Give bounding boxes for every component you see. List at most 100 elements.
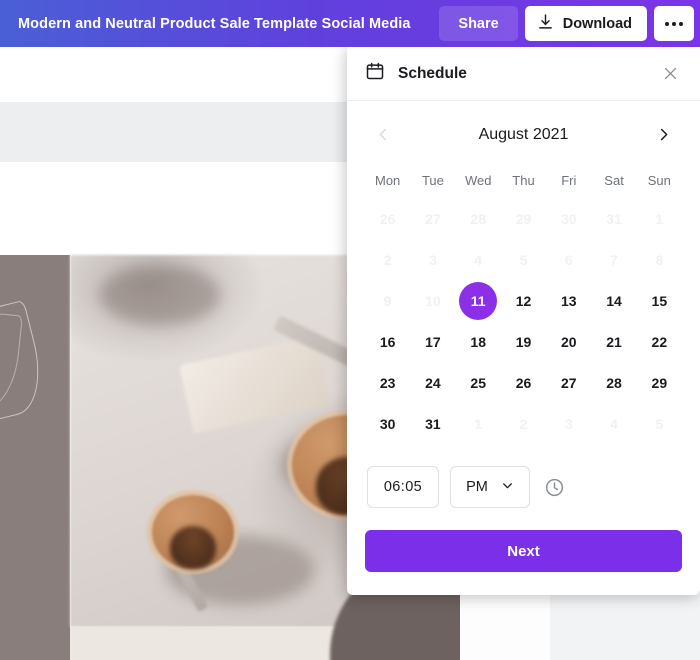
calendar-day[interactable]: 21 <box>591 321 636 362</box>
calendar-day[interactable]: 23 <box>365 362 410 403</box>
calendar-week-row: 26 27 28 29 30 31 1 <box>365 198 682 239</box>
calendar-day-selected[interactable]: 11 <box>456 280 501 321</box>
next-button-wrap: Next <box>347 508 700 572</box>
top-bar: Modern and Neutral Product Sale Template… <box>0 0 700 47</box>
calendar-day[interactable]: 28 <box>591 362 636 403</box>
calendar-day[interactable]: 12 <box>501 280 546 321</box>
jar-inner <box>170 526 216 569</box>
calendar-day-number: 6 <box>564 251 573 268</box>
download-icon <box>537 13 554 34</box>
calendar-day[interactable]: 31 <box>410 403 455 444</box>
calendar-day: 3 <box>410 239 455 280</box>
calendar-day[interactable]: 24 <box>410 362 455 403</box>
calendar-day: 28 <box>456 198 501 239</box>
calendar-week-row: 23 24 25 26 27 28 29 <box>365 362 682 403</box>
calendar-day-number: 10 <box>425 292 441 309</box>
calendar-day[interactable]: 20 <box>546 321 591 362</box>
calendar-day: 5 <box>501 239 546 280</box>
next-button[interactable]: Next <box>365 530 682 572</box>
calendar-weekday-header: Mon Tue Wed Thu Fri Sat Sun <box>365 167 682 194</box>
download-button[interactable]: Download <box>524 6 647 41</box>
share-button[interactable]: Share <box>439 6 518 41</box>
calendar-day[interactable]: 14 <box>591 280 636 321</box>
next-month-button[interactable] <box>647 118 680 151</box>
calendar-day[interactable]: 25 <box>456 362 501 403</box>
calendar-day-number: 29 <box>651 374 668 391</box>
calendar-day[interactable]: 19 <box>501 321 546 362</box>
prev-month-button[interactable] <box>367 118 400 151</box>
schedule-panel: Schedule August 2021 Mon Tue Wed Thu Fri S <box>347 47 700 595</box>
calendar-day-number: 20 <box>560 333 577 350</box>
calendar-day-number: 2 <box>383 251 392 268</box>
calendar-week-row: 9 10 11 12 13 14 15 <box>365 280 682 321</box>
calendar-day: 27 <box>410 198 455 239</box>
meridiem-value: PM <box>466 479 488 495</box>
calendar-day-number: 3 <box>564 415 573 432</box>
calendar-icon <box>365 61 385 86</box>
calendar-day[interactable]: 22 <box>637 321 682 362</box>
calendar-day-number: 24 <box>425 374 441 391</box>
calendar-day: 1 <box>637 198 682 239</box>
calendar-day: 8 <box>637 239 682 280</box>
calendar-day: 4 <box>591 403 636 444</box>
calendar-day-number: 1 <box>655 210 664 227</box>
calendar-day[interactable]: 18 <box>456 321 501 362</box>
calendar-day: 1 <box>456 403 501 444</box>
calendar-day-number: 28 <box>606 374 622 391</box>
calendar-day[interactable]: 13 <box>546 280 591 321</box>
weekday-label-tue: Tue <box>421 173 444 188</box>
calendar-day-number: 15 <box>651 292 668 309</box>
weekday-label-wed: Wed <box>464 173 492 188</box>
calendar-day-number: 21 <box>606 333 622 350</box>
calendar-day: 4 <box>456 239 501 280</box>
design-left-color-block-bottom <box>0 627 70 660</box>
calendar-day[interactable]: 27 <box>546 362 591 403</box>
calendar-day: 30 <box>546 198 591 239</box>
meridiem-dropdown[interactable]: PM <box>450 466 530 508</box>
calendar-day[interactable]: 30 <box>365 403 410 444</box>
time-input[interactable] <box>367 466 439 508</box>
weekday-label-fri: Fri <box>561 173 577 188</box>
calendar-day-number: 27 <box>425 210 441 227</box>
calendar-day[interactable]: 15 <box>637 280 682 321</box>
schedule-panel-title: Schedule <box>398 64 467 82</box>
photo-jar <box>147 490 239 574</box>
calendar-day-number: 31 <box>425 415 441 432</box>
design-left-color-block <box>0 255 70 627</box>
calendar-day-number: 30 <box>379 415 396 432</box>
calendar-day[interactable]: 17 <box>410 321 455 362</box>
schedule-panel-header: Schedule <box>347 47 700 101</box>
calendar-day-number: 1 <box>474 415 483 432</box>
calendar-day-number: 2 <box>519 415 528 432</box>
dot <box>672 21 676 26</box>
canva-editor-window: Modern and Neutral Product Sale Template… <box>0 0 700 660</box>
calendar-day-number: 5 <box>519 251 528 268</box>
calendar-day: 26 <box>365 198 410 239</box>
more-options-icon[interactable] <box>654 6 694 41</box>
calendar-day: 2 <box>501 403 546 444</box>
calendar-day-number: 7 <box>610 251 618 268</box>
calendar-day: 2 <box>365 239 410 280</box>
calendar-day[interactable]: 16 <box>365 321 410 362</box>
calendar-day-number: 30 <box>560 210 577 227</box>
calendar-day-number: 31 <box>606 210 622 227</box>
calendar-body: 26 27 28 29 30 31 1 2 3 4 5 6 7 8 9 10 11 12 13 14 15 16 17 18 1… <box>365 198 682 444</box>
photo-shadow <box>100 265 220 325</box>
calendar-day-number: 8 <box>655 251 664 268</box>
calendar-day-number: 27 <box>560 374 577 391</box>
close-icon[interactable] <box>656 60 684 88</box>
calendar-day: 9 <box>365 280 410 321</box>
weekday-label-sun: Sun <box>647 173 671 188</box>
calendar-grid: Mon Tue Wed Thu Fri Sat Sun 26 27 28 29 30 31 1 2 3 4 5 6… <box>347 157 700 444</box>
calendar-day[interactable]: 26 <box>501 362 546 403</box>
calendar-day: 5 <box>637 403 682 444</box>
calendar-day-number: 25 <box>470 374 486 391</box>
calendar-day-number: 12 <box>515 292 532 309</box>
calendar-day[interactable]: 29 <box>637 362 682 403</box>
calendar-day-number: 23 <box>379 374 396 391</box>
calendar-day: 29 <box>501 198 546 239</box>
weekday-label-mon: Mon <box>374 173 401 188</box>
calendar-day-number: 26 <box>515 374 532 391</box>
calendar-day-number: 22 <box>651 333 668 350</box>
clock-icon[interactable] <box>541 474 567 500</box>
